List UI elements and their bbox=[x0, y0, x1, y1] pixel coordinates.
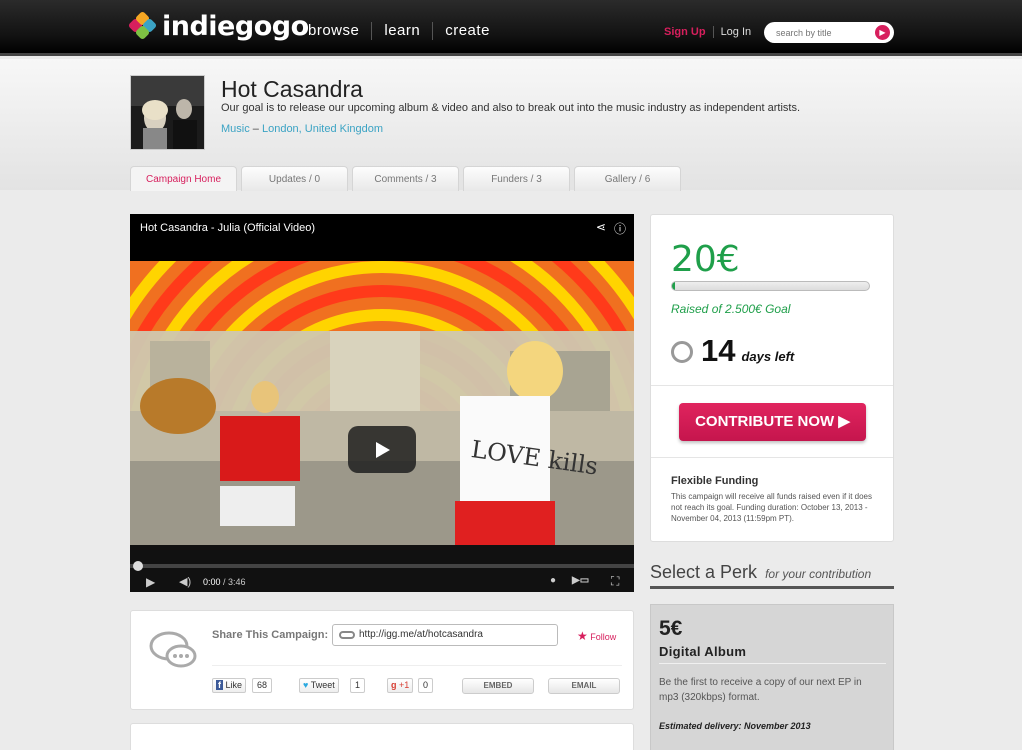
login-link[interactable]: Log In bbox=[714, 26, 752, 38]
days-left-label: days left bbox=[741, 349, 795, 364]
video-title[interactable]: Hot Casandra - Julia (Official Video) bbox=[140, 222, 315, 234]
divider bbox=[651, 385, 893, 386]
stopwatch-icon bbox=[671, 341, 693, 363]
divider bbox=[659, 663, 886, 664]
info-icon[interactable]: ⓘ bbox=[614, 220, 626, 237]
share-icon[interactable]: ⋖ bbox=[596, 220, 606, 237]
days-left: 14 days left bbox=[671, 333, 794, 369]
youtube-logo-icon[interactable]: ▶▭ bbox=[572, 575, 589, 586]
tab-campaign-home[interactable]: Campaign Home bbox=[130, 166, 237, 191]
perk-amount: 5€ bbox=[659, 617, 683, 640]
funding-progress-bar bbox=[671, 281, 870, 291]
video-time: 0:00 / 3:46 bbox=[203, 577, 246, 587]
video-player[interactable]: Hot Casandra - Julia (Official Video) ⋖ … bbox=[130, 214, 634, 592]
fullscreen-icon[interactable]: ⛶ bbox=[611, 574, 619, 589]
campaign-title: Hot Casandra bbox=[221, 76, 363, 102]
follow-link[interactable]: ★ Follow bbox=[577, 629, 616, 643]
facebook-like-button[interactable]: f Like bbox=[212, 678, 247, 693]
volume-icon[interactable]: ◀) bbox=[179, 575, 191, 588]
share-url-field[interactable]: http://igg.me/at/hotcasandra bbox=[332, 624, 558, 646]
play-small-icon[interactable]: ▶ bbox=[146, 575, 155, 589]
google-icon: g bbox=[391, 680, 397, 690]
play-button[interactable] bbox=[348, 426, 416, 473]
signup-link[interactable]: Sign Up bbox=[664, 26, 714, 38]
video-frame[interactable]: LOVE kills bbox=[130, 261, 634, 545]
divider bbox=[651, 457, 893, 458]
days-left-number: 14 bbox=[701, 333, 736, 368]
funding-type-text: This campaign will receive all funds rai… bbox=[671, 492, 872, 523]
meta-separator: – bbox=[249, 123, 262, 135]
campaign-tabs: Campaign Home Updates / 0 Comments / 3 F… bbox=[130, 166, 685, 191]
perk-card[interactable]: 5€ Digital Album Be the first to receive… bbox=[650, 604, 894, 750]
embed-button[interactable]: EMBED bbox=[462, 678, 534, 694]
video-controls: ▶ ◀) 0:00 / 3:46 ● ▶▭ ⛶ bbox=[130, 545, 634, 592]
campaign-avatar bbox=[130, 75, 205, 150]
location-link[interactable]: London, United Kingdom bbox=[262, 123, 383, 135]
nav-browse[interactable]: browse bbox=[300, 22, 373, 40]
funding-type-title: Flexible Funding bbox=[671, 475, 759, 487]
perk-name: Digital Album bbox=[659, 644, 747, 659]
main-nav: browse learn create bbox=[300, 22, 502, 40]
star-icon: ★ bbox=[577, 629, 588, 643]
campaign-meta: Music – London, United Kingdom bbox=[221, 123, 383, 135]
email-button[interactable]: EMAIL bbox=[548, 678, 620, 694]
campaign-story-panel bbox=[130, 723, 634, 750]
share-label: Share This Campaign: bbox=[212, 629, 329, 641]
speech-bubbles-icon bbox=[149, 631, 197, 668]
tweet-count: 1 bbox=[350, 678, 366, 693]
annotations-icon[interactable]: ● bbox=[550, 575, 556, 586]
perk-section-header: Select a Perk for your contribution bbox=[650, 562, 894, 589]
time-current: 0:00 bbox=[203, 577, 221, 587]
auth-links: Sign Up Log In bbox=[664, 26, 751, 38]
facebook-icon: f bbox=[216, 680, 223, 690]
like-count: 68 bbox=[252, 678, 273, 693]
nav-learn[interactable]: learn bbox=[372, 22, 434, 40]
twitter-icon: ♥ bbox=[303, 680, 309, 690]
video-top-icons: ⋖ ⓘ bbox=[596, 220, 626, 237]
perk-section-title: Select a Perk bbox=[650, 562, 758, 582]
category-link[interactable]: Music bbox=[221, 123, 250, 135]
social-share-row: f Like 68 ♥ Tweet 1 g +1 0 EMBED EMAIL bbox=[212, 665, 622, 694]
follow-label: Follow bbox=[590, 632, 617, 642]
share-panel: Share This Campaign: http://igg.me/at/ho… bbox=[130, 610, 634, 710]
funding-progress-fill bbox=[672, 282, 675, 290]
search-box: ▶ bbox=[764, 22, 894, 43]
logo-flower-icon bbox=[127, 10, 158, 41]
share-url-value: http://igg.me/at/hotcasandra bbox=[359, 629, 483, 640]
goal-text: Raised of 2.500€ Goal bbox=[671, 302, 791, 316]
funding-stats-panel: 20€ Raised of 2.500€ Goal 14 days left C… bbox=[650, 214, 894, 542]
tweet-button[interactable]: ♥ Tweet bbox=[299, 678, 339, 693]
campaign-tagline: Our goal is to release our upcoming albu… bbox=[221, 102, 801, 114]
perk-description: Be the first to receive a copy of our ne… bbox=[659, 677, 862, 703]
tab-comments[interactable]: Comments / 3 bbox=[352, 166, 459, 191]
perk-section-subtitle: for your contribution bbox=[765, 567, 872, 581]
time-total: / 3:46 bbox=[220, 577, 246, 587]
search-input[interactable] bbox=[776, 27, 876, 38]
contribute-now-button[interactable]: CONTRIBUTE NOW ▶ bbox=[679, 403, 866, 441]
tab-gallery[interactable]: Gallery / 6 bbox=[574, 166, 681, 191]
tweet-label: Tweet bbox=[310, 680, 335, 690]
plusone-label: +1 bbox=[399, 680, 410, 690]
indiegogo-logo[interactable]: indiegogo bbox=[127, 10, 309, 42]
perk-delivery: Estimated delivery: November 2013 bbox=[659, 721, 811, 731]
link-icon bbox=[339, 631, 355, 639]
play-icon bbox=[376, 441, 390, 458]
top-nav-bar: indiegogo browse learn create Sign Up Lo… bbox=[0, 0, 1022, 56]
plusone-count: 0 bbox=[418, 678, 434, 693]
tab-funders[interactable]: Funders / 3 bbox=[463, 166, 570, 191]
arrow-right-icon: ▶ bbox=[879, 28, 886, 37]
progress-knob[interactable] bbox=[133, 561, 143, 571]
google-plusone-button[interactable]: g +1 bbox=[387, 678, 414, 693]
search-button[interactable]: ▶ bbox=[875, 25, 890, 40]
nav-create[interactable]: create bbox=[433, 22, 502, 40]
tab-updates[interactable]: Updates / 0 bbox=[241, 166, 348, 191]
amount-raised: 20€ bbox=[671, 239, 740, 280]
video-progress-bar[interactable] bbox=[130, 561, 634, 571]
logo-text: indiegogo bbox=[162, 10, 309, 42]
like-label: Like bbox=[225, 680, 243, 690]
